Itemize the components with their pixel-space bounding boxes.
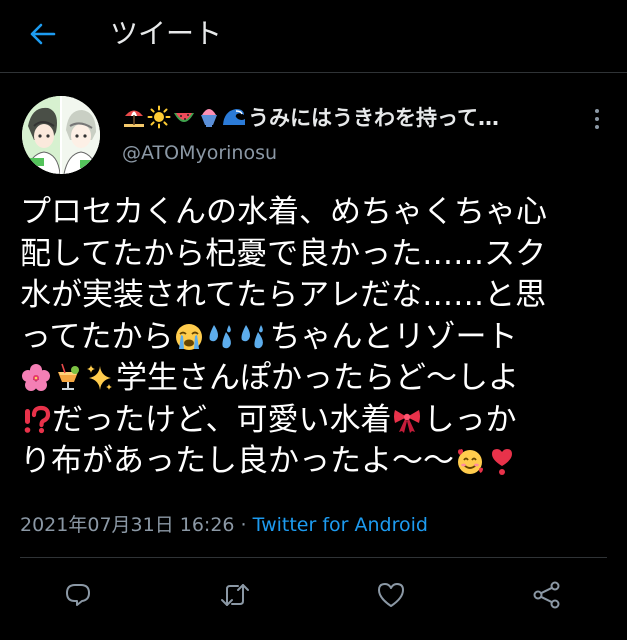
author-handle[interactable]: @ATOMyorinosu [122, 140, 277, 166]
tweet-line: 水が実装されてたらアレだな……と思 [20, 277, 547, 313]
tweet-source-link[interactable]: Twitter for Android [253, 514, 428, 536]
wave-icon [222, 105, 246, 136]
reply-button[interactable] [61, 582, 95, 612]
heavy-heart-exclamation-icon [487, 446, 517, 476]
ribbon-icon [392, 405, 422, 435]
divider [20, 557, 607, 558]
shaved-ice-icon [197, 105, 221, 136]
display-name-emoji [122, 105, 246, 136]
avatar[interactable] [22, 96, 100, 174]
sweat-droplets-icon [238, 322, 268, 352]
tweet-meta: 2021年07月31日 16:26 · Twitter for Android [20, 512, 428, 538]
sparkles-icon [85, 363, 115, 393]
tweet-line: り布があったし良かったよ〜〜 [20, 441, 610, 483]
back-button[interactable] [22, 18, 62, 54]
share-icon [532, 581, 562, 613]
beach-umbrella-icon [122, 105, 146, 136]
tweet-line: 学生さんぽかったらど〜しよ [20, 358, 610, 400]
exclamation-question-mark-icon [21, 405, 51, 435]
tweet-line: 配してたから杞憂で良かった……スク [20, 235, 547, 272]
more-options-button[interactable] [584, 108, 610, 134]
tropical-drink-icon [53, 363, 83, 393]
retweet-button[interactable] [218, 582, 252, 612]
author-display-name-text: うみにはうきわを持って… [248, 106, 499, 130]
watermelon-icon [172, 105, 196, 136]
tweet-line: プロセカくんの水着、めちゃくちゃ心 [20, 194, 547, 230]
loudly-crying-face-icon [174, 322, 204, 352]
arrow-left-icon [27, 19, 57, 53]
reply-icon [64, 581, 92, 613]
author-display-name[interactable]: うみにはうきわを持って… [122, 104, 499, 136]
tweet-text: プロセカくんの水着、めちゃくちゃ心 配してたから杞憂で良かった……スク 水が実装… [20, 192, 610, 483]
hibiscus-icon [21, 363, 51, 393]
retweet-icon [220, 581, 250, 613]
heart-icon [376, 581, 406, 613]
sweat-droplets-icon [206, 322, 236, 352]
top-bar: ツイート [0, 0, 627, 73]
share-button[interactable] [530, 581, 564, 613]
tweet-actions [0, 574, 627, 620]
like-button[interactable] [374, 582, 408, 612]
smiling-face-with-hearts-icon [455, 446, 485, 476]
tweet-timestamp[interactable]: 2021年07月31日 16:26 · [20, 514, 253, 536]
more-vertical-icon [594, 108, 600, 134]
tweet-author: うみにはうきわを持って… @ATOMyorinosu [22, 96, 612, 176]
sun-icon [147, 105, 171, 136]
tweet-line: ってたから ちゃんとリゾート [20, 318, 518, 355]
tweet-line: だったけど、可愛い水着 しっか [20, 400, 610, 442]
page-title: ツイート [110, 17, 223, 50]
